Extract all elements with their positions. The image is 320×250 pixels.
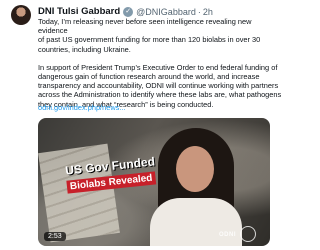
video-player[interactable]: US Gov Funded Biolabs Revealed ODNI 2:53 bbox=[38, 118, 270, 246]
tweet-paragraph-2: In support of President Trump’s Executiv… bbox=[38, 62, 282, 109]
author-name[interactable]: DNI Tulsi Gabbard bbox=[38, 6, 120, 17]
video-duration: 2:53 bbox=[44, 232, 66, 241]
header-separator: · bbox=[197, 6, 201, 17]
video-watermark: ODNI bbox=[219, 232, 236, 238]
verified-badge-icon[interactable]: ✓ bbox=[123, 6, 134, 17]
tweet-text: Today, I’m releasing never before seen i… bbox=[38, 17, 282, 109]
post-time[interactable]: 2h bbox=[203, 7, 213, 17]
tweet[interactable]: DNI Tulsi Gabbard ✓ @DNIGabbard · 2h Tod… bbox=[0, 0, 286, 250]
speaker-face bbox=[176, 146, 214, 192]
tweet-paragraph-1: Today, I’m releasing never before seen i… bbox=[38, 17, 261, 54]
odni-seal-icon bbox=[240, 226, 256, 242]
tweet-link[interactable]: odni.gov/index.php/news... bbox=[38, 103, 126, 112]
avatar[interactable] bbox=[11, 5, 31, 25]
author-handle[interactable]: @DNIGabbard bbox=[136, 7, 196, 17]
speaker-body bbox=[150, 198, 242, 246]
